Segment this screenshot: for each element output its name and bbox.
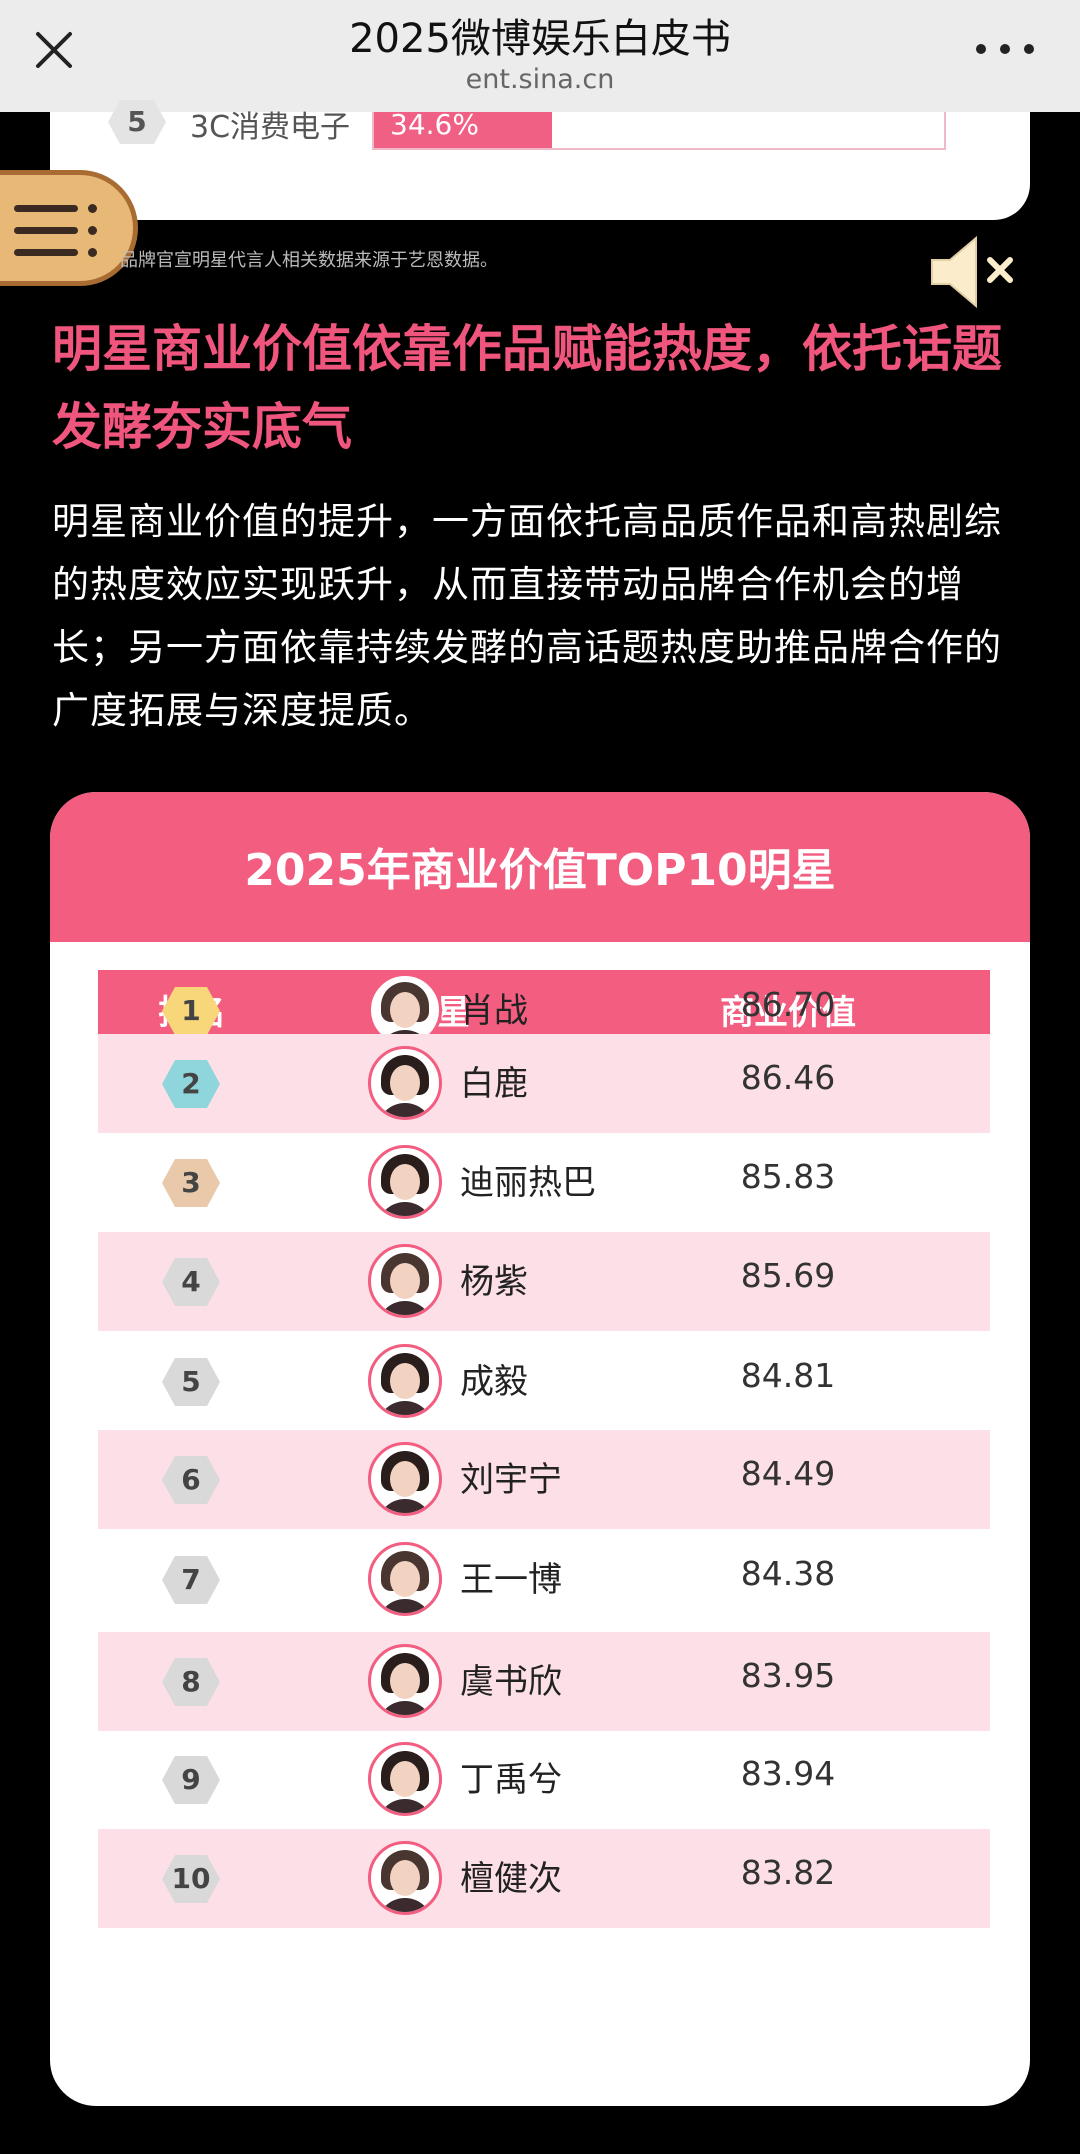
commercial-value: 84.49 xyxy=(740,1454,836,1493)
table-row: 8 虞书欣 83.95 xyxy=(98,1632,990,1731)
avatar xyxy=(368,1644,442,1718)
menu-list-icon[interactable] xyxy=(0,170,138,286)
rank-badge-hex: 3 xyxy=(162,1159,220,1207)
commercial-value: 83.94 xyxy=(740,1754,836,1793)
page-title: 2025微博娱乐白皮书 xyxy=(349,16,731,62)
commercial-value: 85.83 xyxy=(740,1157,836,1196)
table-row: 3 迪丽热巴 85.83 xyxy=(98,1133,990,1232)
rank-badge-hex: 9 xyxy=(162,1756,220,1804)
table-row: 5 成毅 84.81 xyxy=(98,1332,990,1431)
rank-number: 3 xyxy=(181,1166,201,1199)
avatar xyxy=(368,1046,442,1120)
ranking-title: 2025年商业价值TOP10明星 xyxy=(244,845,836,896)
rank-number: 4 xyxy=(181,1265,201,1298)
rank-badge-hex: 8 xyxy=(162,1658,220,1706)
avatar xyxy=(368,1542,442,1616)
avatar xyxy=(368,1145,442,1219)
star-name: 迪丽热巴 xyxy=(460,1163,596,1203)
table-row: 9 丁禹兮 83.94 xyxy=(98,1730,990,1829)
star-name: 丁禹兮 xyxy=(460,1760,562,1800)
rank-number: 5 xyxy=(181,1365,201,1398)
table-row: 4 杨紫 85.69 xyxy=(98,1232,990,1331)
commercial-value: 83.95 xyxy=(740,1656,836,1695)
rank-number: 9 xyxy=(181,1763,201,1796)
rank-number: 2 xyxy=(181,1067,201,1100)
rank-badge-hex: 2 xyxy=(162,1060,220,1108)
ranking-card-header: 2025年商业价值TOP10明星 xyxy=(50,792,1030,942)
rank-number: 6 xyxy=(181,1463,201,1496)
star-name: 白鹿 xyxy=(460,1064,528,1104)
section-paragraph: 明星商业价值的提升，一方面依托高品质作品和高热剧综的热度效应实现跃升，从而直接带… xyxy=(52,500,1002,732)
avatar xyxy=(368,1442,442,1516)
star-name: 杨紫 xyxy=(460,1262,528,1302)
table-row: 10 檀健次 83.82 xyxy=(98,1829,990,1928)
star-name: 刘宇宁 xyxy=(460,1460,562,1500)
bar-track: 34.6% xyxy=(372,108,946,150)
rank-badge-hex: 1 xyxy=(162,987,220,1035)
avatar xyxy=(368,1344,442,1418)
speaker-muted-icon[interactable] xyxy=(928,230,1018,314)
star-name: 檀健次 xyxy=(460,1859,562,1899)
star-name: 肖战 xyxy=(460,991,528,1031)
more-dots-icon[interactable] xyxy=(976,44,1036,60)
commercial-value: 84.81 xyxy=(740,1356,836,1395)
star-name: 成毅 xyxy=(460,1362,528,1402)
browser-top-bar: 2025微博娱乐白皮书 ent.sina.cn xyxy=(0,0,1080,112)
rank-number: 1 xyxy=(181,994,201,1027)
category-label: 3C消费电子 xyxy=(190,110,351,145)
avatar xyxy=(368,1244,442,1318)
table-row: 2 白鹿 86.46 xyxy=(98,1034,990,1133)
ranking-card: 2025年商业价值TOP10明星 排名 明星 商业价值 1肖战86.702白鹿8… xyxy=(50,792,1030,2106)
rank-number: 7 xyxy=(181,1563,201,1596)
rank-badge-hex: 4 xyxy=(162,1258,220,1306)
bar-value: 34.6% xyxy=(390,108,479,141)
star-name: 王一博 xyxy=(460,1560,562,1600)
rank-number: 10 xyxy=(171,1862,211,1895)
rank-badge-hex: 10 xyxy=(162,1855,220,1903)
commercial-value: 85.69 xyxy=(740,1256,836,1295)
commercial-value: 86.46 xyxy=(740,1058,836,1097)
section-headline: 明星商业价值依靠作品赋能热度，依托话题发酵夯实底气 xyxy=(52,320,1002,456)
commercial-value: 84.38 xyxy=(740,1554,836,1593)
data-source-note: 品牌官宣明星代言人相关数据来源于艺恩数据。 xyxy=(120,250,498,271)
rank-badge-number: 5 xyxy=(127,105,147,138)
table-row: 6 刘宇宁 84.49 xyxy=(98,1430,990,1529)
rank-badge-hex: 6 xyxy=(162,1456,220,1504)
bar-fill: 34.6% xyxy=(374,108,552,148)
star-name: 虞书欣 xyxy=(460,1662,562,1702)
page-url: ent.sina.cn xyxy=(465,64,615,95)
table-row: 7 王一博 84.38 xyxy=(98,1530,990,1629)
rank-number: 8 xyxy=(181,1665,201,1698)
avatar xyxy=(368,1742,442,1816)
rank-badge-hex: 5 xyxy=(108,100,166,144)
rank-badge-hex: 5 xyxy=(162,1358,220,1406)
rank-badge-hex: 7 xyxy=(162,1556,220,1604)
commercial-value: 83.82 xyxy=(740,1853,836,1892)
commercial-value: 86.70 xyxy=(740,985,836,1024)
avatar xyxy=(368,1841,442,1915)
